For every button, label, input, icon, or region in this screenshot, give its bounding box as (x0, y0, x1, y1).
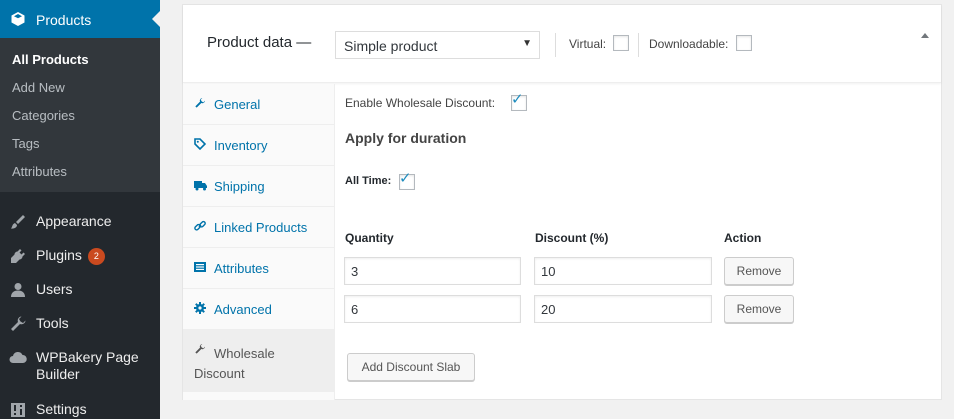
product-type-select[interactable]: Simple product ▼ (335, 31, 540, 59)
virtual-label: Virtual: (569, 37, 607, 51)
user-icon (9, 281, 27, 299)
product-data-tabs: General Inventory Shipping Linked Produc… (183, 84, 335, 400)
sidebar-item-users[interactable]: Users (0, 272, 160, 306)
products-submenu: All Products Add New Categories Tags Att… (0, 38, 160, 192)
plug-icon (9, 247, 27, 265)
remove-button[interactable]: Remove (724, 295, 794, 323)
tag-icon (194, 138, 207, 151)
current-menu-arrow (152, 11, 160, 27)
discount-value: 20 (541, 302, 556, 317)
enable-wholesale-checkbox[interactable]: ✓ (511, 91, 527, 111)
truck-icon (194, 179, 207, 191)
sidebar-item-label: Tools (36, 315, 69, 331)
tab-general[interactable]: General (183, 84, 335, 125)
sidebar-item-wpbakery[interactable]: WPBakery Page Builder (0, 340, 160, 390)
product-data-header: Product data — Simple product ▼ Virtual:… (183, 5, 941, 83)
sidebar-item-label: Plugins 2 (36, 247, 105, 265)
wrench-icon (194, 343, 206, 355)
divider (555, 33, 556, 57)
tab-label: General (214, 97, 261, 112)
sidebar-item-label: Products (36, 12, 92, 28)
submenu-all-products[interactable]: All Products (12, 52, 89, 67)
tab-label: Linked Products (214, 220, 308, 235)
submenu-add-new[interactable]: Add New (12, 80, 65, 95)
submenu-attributes[interactable]: Attributes (12, 164, 67, 179)
list-icon (194, 261, 206, 273)
submenu-categories[interactable]: Categories (12, 108, 75, 123)
tab-label: Shipping (214, 179, 265, 194)
tab-linked-products[interactable]: Linked Products (183, 207, 335, 248)
tab-wholesale-discount[interactable]: Wholesale Discount (183, 330, 335, 392)
product-data-title: Product data — (207, 34, 312, 51)
sidebar-item-plugins[interactable]: Plugins 2 (0, 238, 160, 272)
quantity-value: 3 (351, 264, 359, 279)
tab-label: Wholesale (214, 346, 275, 361)
sliders-icon (9, 401, 27, 419)
update-count-badge: 2 (87, 248, 105, 265)
gear-icon (194, 302, 206, 314)
checkmark-icon: ✓ (399, 170, 412, 187)
sidebar-item-settings[interactable]: Settings (0, 392, 160, 419)
apply-duration-title: Apply for duration (345, 130, 467, 146)
wrench-icon (9, 315, 27, 333)
discount-input[interactable]: 20 (534, 295, 712, 323)
column-header-action: Action (724, 231, 762, 245)
tab-advanced[interactable]: Advanced (183, 289, 335, 330)
sidebar-item-label: Users (36, 281, 73, 297)
divider (638, 33, 639, 57)
sidebar-item-label: Settings (36, 401, 87, 417)
all-time-checkbox[interactable]: ✓ (399, 170, 415, 190)
discount-value: 10 (541, 264, 556, 279)
discount-input[interactable]: 10 (534, 257, 712, 285)
tab-inventory[interactable]: Inventory (183, 125, 335, 166)
wrench-icon (194, 97, 206, 109)
sidebar-item-label: WPBakery Page Builder (36, 349, 139, 382)
box-icon (10, 11, 26, 27)
admin-sidebar: Products All Products Add New Categories… (0, 0, 160, 419)
sidebar-item-label: Appearance (36, 213, 112, 229)
enable-wholesale-label: Enable Wholesale Discount: (345, 96, 496, 110)
tab-shipping[interactable]: Shipping (183, 166, 335, 207)
cloud-icon (9, 349, 27, 367)
column-header-quantity: Quantity (345, 231, 394, 245)
link-icon (194, 220, 206, 232)
add-discount-slab-button[interactable]: Add Discount Slab (347, 353, 475, 381)
sidebar-item-tools[interactable]: Tools (0, 306, 160, 340)
sidebar-item-products[interactable]: Products (0, 0, 160, 38)
brush-icon (9, 213, 27, 231)
product-data-panel: Product data — Simple product ▼ Virtual:… (182, 4, 942, 400)
submenu-tags[interactable]: Tags (12, 136, 39, 151)
tab-label: Advanced (214, 302, 272, 317)
remove-button[interactable]: Remove (724, 257, 794, 285)
product-type-value: Simple product (344, 38, 438, 54)
tab-label: Discount (194, 366, 245, 381)
virtual-checkbox[interactable] (613, 35, 629, 51)
downloadable-label: Downloadable: (649, 37, 729, 51)
quantity-input[interactable]: 3 (344, 257, 521, 285)
collapse-toggle-icon[interactable] (921, 33, 929, 38)
tab-label: Attributes (214, 261, 269, 276)
chevron-down-icon: ▼ (522, 38, 532, 49)
checkmark-icon: ✓ (511, 91, 524, 108)
all-time-label: All Time: (345, 175, 392, 187)
sidebar-item-appearance[interactable]: Appearance (0, 204, 160, 238)
quantity-value: 6 (351, 302, 359, 317)
column-header-discount: Discount (%) (535, 231, 609, 245)
tab-attributes[interactable]: Attributes (183, 248, 335, 289)
downloadable-checkbox[interactable] (736, 35, 752, 51)
quantity-input[interactable]: 6 (344, 295, 521, 323)
tab-label: Inventory (214, 138, 268, 153)
